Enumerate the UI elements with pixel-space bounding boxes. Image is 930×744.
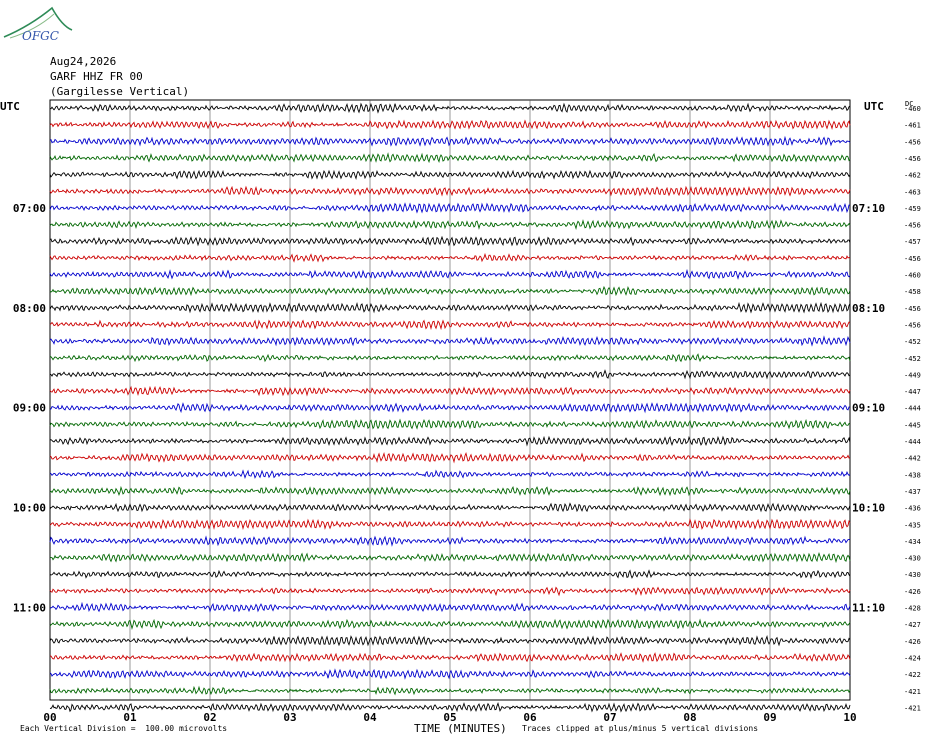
dc-offset-label: -459 [904, 205, 921, 213]
dc-offset-label: -458 [904, 288, 921, 296]
right-time-label: 08:10 [852, 302, 885, 315]
seismogram-chart: OFGC UTC UTC DC TIME (MINUTES) 00 01 02 03 0… [0, 6, 921, 735]
x-axis-label: TIME (MINUTES) [414, 722, 507, 735]
clip-note: Traces clipped at plus/minus 5 vertical … [522, 724, 759, 733]
dc-offset-label: -452 [904, 338, 921, 346]
logo-text: OFGC [22, 29, 59, 43]
right-time-label: 07:10 [852, 202, 885, 215]
dc-offset-label: -456 [904, 138, 921, 146]
axis-labels: 00 01 02 03 04 05 06 07 08 09 10 -460 -461 -456 -456 -4… [13, 105, 921, 724]
dc-offset-label: -444 [904, 405, 921, 413]
dc-offset-label: -435 [904, 521, 921, 529]
dc-offset-label: -434 [904, 538, 921, 546]
dc-offset-label: -461 [904, 122, 921, 130]
left-hour-label: 09:00 [13, 402, 46, 415]
dc-offset-label: -460 [904, 105, 921, 113]
dc-offset-label: -421 [904, 704, 921, 712]
x-tick-label: 08 [683, 711, 696, 724]
left-hour-label: 10:00 [13, 502, 46, 515]
dc-offset-label: -437 [904, 488, 921, 496]
dc-offset-label: -456 [904, 155, 921, 163]
dc-offset-label: -421 [904, 688, 921, 696]
dc-offset-label: -456 [904, 255, 921, 263]
dc-offset-label: -438 [904, 471, 921, 479]
x-tick-label: 09 [763, 711, 776, 724]
x-tick-label: 10 [843, 711, 856, 724]
dc-offset-label: -442 [904, 455, 921, 463]
x-tick-label: 01 [123, 711, 137, 724]
dc-offset-label: -457 [904, 238, 921, 246]
dc-offset-label: -456 [904, 305, 921, 313]
left-hour-label: 07:00 [13, 202, 46, 215]
dc-offset-label: -447 [904, 388, 921, 396]
dc-offset-label: -430 [904, 571, 921, 579]
dc-offset-label: -460 [904, 272, 921, 280]
scale-note: Each Vertical Division = 100.00 microvol… [20, 724, 228, 733]
dc-offset-label: -426 [904, 588, 921, 596]
x-tick-label: 00 [43, 711, 56, 724]
dc-offset-label: -452 [904, 355, 921, 363]
x-tick-label: 02 [203, 711, 216, 724]
x-tick-label: 03 [283, 711, 296, 724]
dc-offset-label: -427 [904, 621, 921, 629]
x-tick-label: 07 [603, 711, 616, 724]
ofgc-logo: OFGC [3, 6, 73, 43]
right-time-label: 10:10 [852, 502, 885, 515]
dc-offset-label: -462 [904, 172, 921, 180]
dc-offset-label: -436 [904, 505, 921, 513]
dc-offset-label: -426 [904, 638, 921, 646]
dc-offset-label: -445 [904, 421, 921, 429]
right-time-label: 11:10 [852, 602, 885, 615]
left-utc-label: UTC [0, 100, 20, 113]
right-time-label: 09:10 [852, 402, 885, 415]
dc-offset-label: -456 [904, 222, 921, 230]
dc-offset-label: -422 [904, 671, 921, 679]
dc-offset-label: -463 [904, 188, 921, 196]
dc-offset-label: -449 [904, 371, 921, 379]
x-tick-label: 04 [363, 711, 377, 724]
x-tick-label: 05 [443, 711, 456, 724]
dc-offset-label: -424 [904, 654, 921, 662]
left-hour-label: 08:00 [13, 302, 46, 315]
dc-offset-label: -456 [904, 321, 921, 329]
dc-offset-label: -428 [904, 605, 921, 613]
x-tick-label: 06 [523, 711, 537, 724]
left-hour-label: 11:00 [13, 602, 46, 615]
dc-offset-label: -444 [904, 438, 921, 446]
dc-offset-label: -430 [904, 555, 921, 563]
right-utc-label: UTC [864, 100, 884, 113]
